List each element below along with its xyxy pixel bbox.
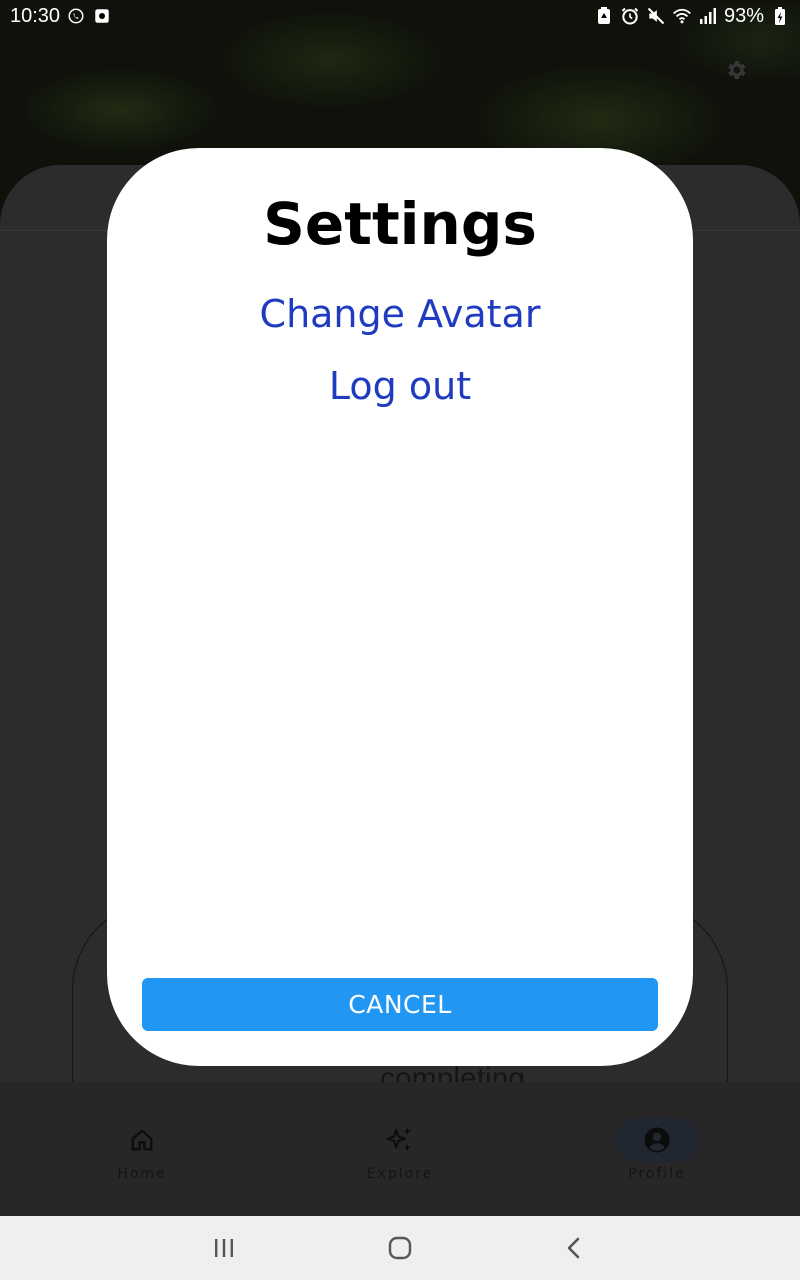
battery-charging-icon [770,6,790,26]
home-button-icon[interactable] [382,1230,418,1266]
log-out-button[interactable]: Log out [107,364,693,408]
settings-dialog [107,148,693,1066]
change-avatar-button[interactable]: Change Avatar [107,292,693,336]
notification-icon [92,6,112,26]
status-time: 10:30 [10,4,61,27]
dialog-title: Settings [263,190,537,258]
signal-icon [698,6,718,26]
alarm-icon [620,6,640,26]
mute-icon [646,6,666,26]
status-bar: 10:30 93% [0,0,800,32]
wifi-icon [672,6,692,26]
whatsapp-icon [66,6,86,26]
back-icon[interactable] [556,1230,592,1266]
dialog-title-wrap: Settings [107,190,693,258]
recent-apps-icon[interactable] [206,1230,242,1266]
cancel-button[interactable]: CANCEL [142,978,658,1031]
battery-percentage: 93% [723,4,764,27]
battery-saver-icon [594,6,614,26]
